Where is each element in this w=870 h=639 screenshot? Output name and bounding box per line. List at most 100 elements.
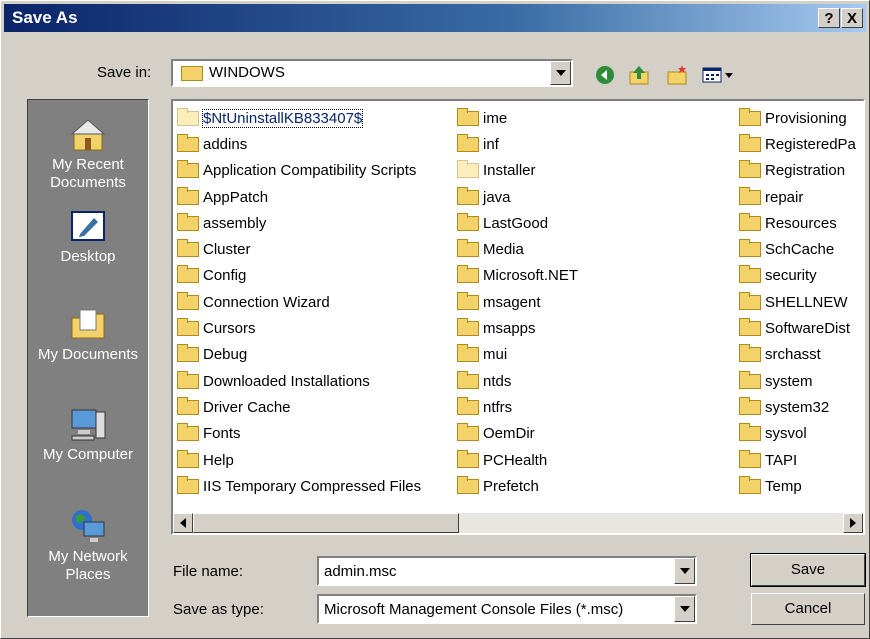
folder-item[interactable]: ntds <box>457 368 578 394</box>
up-folder-icon[interactable] <box>627 63 651 87</box>
save-in-dropdown[interactable]: WINDOWS <box>171 59 573 87</box>
folder-item[interactable]: Provisioning <box>739 105 856 131</box>
folder-item[interactable]: security <box>739 263 856 289</box>
folder-item[interactable]: $NtUninstallKB833407$ <box>177 105 421 131</box>
folder-item[interactable]: Connection Wizard <box>177 289 421 315</box>
folder-item[interactable]: msagent <box>457 289 578 315</box>
folder-item[interactable]: Driver Cache <box>177 394 421 420</box>
folder-item[interactable]: Prefetch <box>457 473 578 499</box>
folder-item[interactable]: SHELLNEW <box>739 289 856 315</box>
place-my-documents[interactable]: My Documents <box>28 306 148 364</box>
desktop-icon <box>68 208 108 244</box>
folder-item[interactable]: Cluster <box>177 236 421 262</box>
save-in-value: WINDOWS <box>209 64 285 81</box>
folder-item[interactable]: Config <box>177 263 421 289</box>
folder-icon <box>177 344 199 363</box>
folder-item[interactable]: Temp <box>739 473 856 499</box>
file-list[interactable]: $NtUninstallKB833407$ addins Application C… <box>171 99 865 535</box>
folder-icon <box>177 423 199 442</box>
folder-item[interactable]: TAPI <box>739 447 856 473</box>
save-as-dialog: Save As ? X Save in: WINDOWS My Recent D… <box>0 0 870 639</box>
folder-name: Temp <box>765 477 802 495</box>
folder-name: Media <box>483 241 524 259</box>
place-my-network-places[interactable]: My Network Places <box>28 508 148 584</box>
folder-icon <box>739 133 761 152</box>
folder-item[interactable]: Downloaded Installations <box>177 368 421 394</box>
folder-item[interactable]: Microsoft.NET <box>457 263 578 289</box>
folder-item[interactable]: inf <box>457 131 578 157</box>
folder-item[interactable]: mui <box>457 342 578 368</box>
folder-item[interactable]: msapps <box>457 315 578 341</box>
views-menu-icon[interactable] <box>701 63 737 87</box>
folder-name: system32 <box>765 398 830 416</box>
place-my-computer[interactable]: My Computer <box>28 406 148 464</box>
folder-icon <box>739 370 761 389</box>
recent-documents-icon <box>68 116 108 152</box>
folder-item[interactable]: Application Compatibility Scripts <box>177 158 421 184</box>
file-name-input[interactable]: admin.msc <box>317 556 697 586</box>
folder-item[interactable]: PCHealth <box>457 447 578 473</box>
folder-item[interactable]: SchCache <box>739 236 856 262</box>
help-button[interactable]: ? <box>818 8 840 28</box>
folder-item[interactable]: sysvol <box>739 421 856 447</box>
folder-icon <box>177 133 199 152</box>
folder-name: Prefetch <box>483 477 539 495</box>
folder-item[interactable]: ntfrs <box>457 394 578 420</box>
folder-name: Connection Wizard <box>203 293 330 311</box>
folder-icon <box>739 239 761 258</box>
folder-item[interactable]: Installer <box>457 158 578 184</box>
horizontal-scrollbar[interactable] <box>173 513 863 533</box>
cancel-button[interactable]: Cancel <box>751 593 865 625</box>
back-icon[interactable] <box>593 63 617 87</box>
folder-icon <box>739 160 761 179</box>
folder-item[interactable]: Resources <box>739 210 856 236</box>
folder-icon <box>457 370 479 389</box>
folder-item[interactable]: assembly <box>177 210 421 236</box>
close-button[interactable]: X <box>841 8 863 28</box>
folder-item[interactable]: Fonts <box>177 421 421 447</box>
folder-item[interactable]: ime <box>457 105 578 131</box>
folder-name: Debug <box>203 346 248 364</box>
file-list-column-1: $NtUninstallKB833407$ addins Application C… <box>177 105 421 499</box>
scroll-right-button[interactable] <box>843 513 863 533</box>
folder-item[interactable]: Cursors <box>177 315 421 341</box>
folder-item[interactable]: srchasst <box>739 342 856 368</box>
folder-item[interactable]: RegisteredPa <box>739 131 856 157</box>
folder-name: Downloaded Installations <box>203 372 370 390</box>
folder-item[interactable]: IIS Temporary Compressed Files <box>177 473 421 499</box>
folder-item[interactable]: system32 <box>739 394 856 420</box>
folder-name: system <box>765 372 813 390</box>
folder-icon <box>457 265 479 284</box>
folder-item[interactable]: repair <box>739 184 856 210</box>
save-in-dropdown-arrow[interactable] <box>550 61 571 85</box>
place-desktop[interactable]: Desktop <box>28 208 148 266</box>
save-button[interactable]: Save <box>750 553 866 587</box>
folder-item[interactable]: SoftwareDist <box>739 315 856 341</box>
folder-item[interactable]: OemDir <box>457 421 578 447</box>
folder-item[interactable]: system <box>739 368 856 394</box>
folder-name: TAPI <box>765 451 798 469</box>
folder-item[interactable]: addins <box>177 131 421 157</box>
folder-item[interactable]: Help <box>177 447 421 473</box>
scroll-left-button[interactable] <box>173 513 193 533</box>
folder-name: ime <box>483 109 508 127</box>
folder-name: ntds <box>483 372 512 390</box>
folder-name: SoftwareDist <box>765 320 851 338</box>
scroll-thumb[interactable] <box>193 513 459 533</box>
new-folder-icon[interactable] <box>665 63 689 87</box>
title-bar[interactable]: Save As ? X <box>4 4 866 32</box>
folder-item[interactable]: AppPatch <box>177 184 421 210</box>
folder-item[interactable]: Registration <box>739 158 856 184</box>
save-as-type-dropdown-arrow[interactable] <box>674 596 695 622</box>
folder-item[interactable]: LastGood <box>457 210 578 236</box>
folder-item[interactable]: Media <box>457 236 578 262</box>
place-my-recent-documents[interactable]: My Recent Documents <box>28 116 148 192</box>
file-name-dropdown-arrow[interactable] <box>674 558 695 584</box>
save-as-type-dropdown[interactable]: Microsoft Management Console Files (*.ms… <box>317 594 697 624</box>
folder-item[interactable]: Debug <box>177 342 421 368</box>
folder-icon <box>457 291 479 310</box>
folder-name: Provisioning <box>765 109 847 127</box>
my-computer-icon <box>68 406 108 442</box>
folder-item[interactable]: java <box>457 184 578 210</box>
my-documents-icon <box>68 306 108 342</box>
